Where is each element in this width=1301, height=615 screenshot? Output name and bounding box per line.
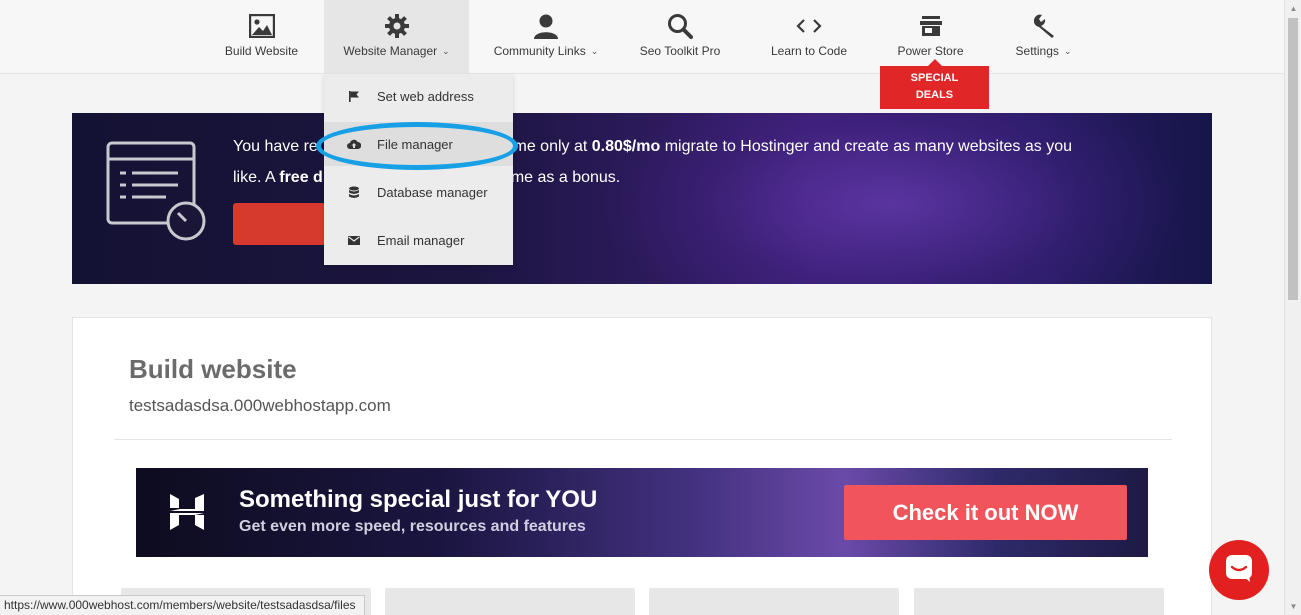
option-tile[interactable] bbox=[385, 588, 635, 615]
menu-item-label: Database manager bbox=[377, 184, 488, 200]
nav-learn-to-code[interactable]: Learn to Code bbox=[763, 0, 855, 74]
nav-seo-toolkit[interactable]: Seo Toolkit Pro bbox=[630, 0, 730, 74]
nav-settings[interactable]: Settings ⌄ bbox=[1005, 0, 1082, 74]
nav-label: Website Manager bbox=[343, 44, 438, 58]
migration-banner: You have reor a limited time only at 0.8… bbox=[72, 113, 1212, 284]
chevron-down-icon: ⌄ bbox=[1063, 46, 1072, 56]
document-clock-icon bbox=[106, 141, 210, 245]
special-deals-label: SPECIAL DEALS bbox=[910, 72, 959, 101]
check-it-out-button[interactable]: Check it out NOW bbox=[844, 485, 1127, 540]
promo-button-label: Check it out NOW bbox=[892, 499, 1079, 525]
menu-item-email-manager[interactable]: Email manager bbox=[324, 218, 513, 262]
chevron-down-icon: ⌄ bbox=[442, 46, 450, 56]
card-title: Build website bbox=[129, 354, 297, 384]
database-icon bbox=[347, 185, 361, 199]
banner-text-part: migrate to Hostinger and create as many … bbox=[660, 138, 1073, 155]
menu-item-set-web-address[interactable]: Set web address bbox=[324, 74, 513, 118]
nav-label: Seo Toolkit Pro bbox=[639, 44, 721, 58]
option-tile[interactable] bbox=[649, 588, 899, 615]
menu-item-label: Set web address bbox=[377, 88, 474, 104]
nav-label: Build Website bbox=[224, 44, 299, 58]
banner-text-bold: free d bbox=[279, 169, 323, 186]
banner-text-part: like. A bbox=[233, 169, 280, 186]
store-icon bbox=[916, 12, 946, 40]
menu-item-database-manager[interactable]: Database manager bbox=[324, 170, 513, 214]
chevron-down-icon: ⌄ bbox=[590, 46, 599, 56]
page: Build Website Website Manager ⌄ Community… bbox=[0, 0, 1301, 615]
flag-icon bbox=[347, 89, 361, 103]
nav-label: Settings bbox=[1015, 44, 1059, 58]
menu-item-label: File manager bbox=[377, 136, 453, 152]
banner-price: 0.80$/mo bbox=[591, 138, 661, 155]
menu-item-label: Email manager bbox=[377, 232, 465, 248]
user-icon bbox=[531, 12, 561, 40]
website-manager-dropdown: Set web address File manager Database ma… bbox=[324, 74, 513, 265]
code-icon bbox=[794, 12, 824, 40]
banner-text-part: me as a bonus. bbox=[510, 169, 621, 186]
special-deals-badge[interactable]: SPECIAL DEALS bbox=[880, 59, 989, 109]
image-icon bbox=[247, 12, 277, 40]
banner-text-part: You have re bbox=[233, 138, 318, 155]
cloud-upload-icon bbox=[347, 137, 361, 151]
nav-community-links[interactable]: Community Links ⌄ bbox=[486, 0, 606, 74]
vertical-scrollbar[interactable]: ▲ ▼ bbox=[1284, 0, 1301, 615]
search-icon bbox=[665, 12, 695, 40]
envelope-icon bbox=[347, 233, 361, 247]
scroll-down-icon[interactable]: ▼ bbox=[1285, 598, 1301, 615]
promo-title: Something special just for YOU bbox=[239, 486, 598, 513]
chat-icon bbox=[1224, 553, 1254, 588]
live-chat-button[interactable] bbox=[1209, 540, 1269, 600]
scrollbar-thumb[interactable] bbox=[1288, 18, 1298, 300]
top-navigation: Build Website Website Manager ⌄ Community… bbox=[0, 0, 1284, 74]
nav-label: Community Links bbox=[493, 44, 586, 58]
build-website-card: Build website testsadasdsa.000webhostapp… bbox=[72, 317, 1212, 615]
wrench-icon bbox=[1029, 12, 1059, 40]
menu-item-file-manager[interactable]: File manager bbox=[324, 122, 513, 166]
gear-icon bbox=[382, 12, 412, 40]
promo-banner: Something special just for YOU Get even … bbox=[136, 468, 1148, 557]
promo-subtitle: Get even more speed, resources and featu… bbox=[239, 518, 586, 535]
divider bbox=[114, 439, 1172, 440]
option-tile[interactable] bbox=[914, 588, 1164, 615]
nav-build-website[interactable]: Build Website bbox=[214, 0, 309, 74]
hostinger-logo-icon bbox=[168, 492, 206, 532]
nav-label: Power Store bbox=[897, 44, 964, 58]
website-domain: testsadasdsa.000webhostapp.com bbox=[129, 396, 391, 415]
browser-status-bar: https://www.000webhost.com/members/websi… bbox=[0, 595, 365, 615]
nav-website-manager[interactable]: Website Manager ⌄ bbox=[324, 0, 469, 74]
scroll-up-icon[interactable]: ▲ bbox=[1285, 0, 1301, 17]
nav-label: Learn to Code bbox=[770, 44, 848, 58]
